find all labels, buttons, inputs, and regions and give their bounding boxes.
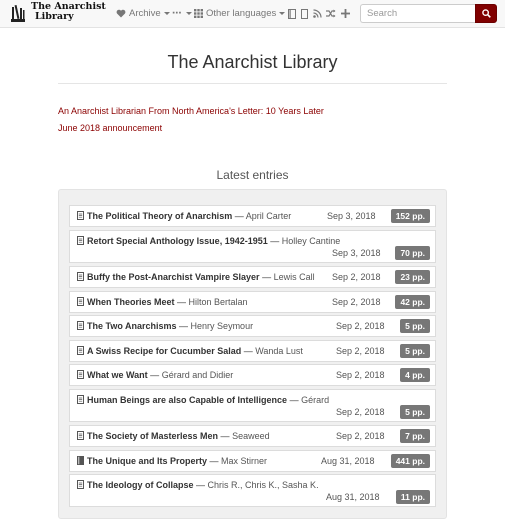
- entry-author: Hilton Bertalan: [188, 297, 248, 307]
- page-count-badge: 4 pp.: [400, 368, 430, 382]
- list-item[interactable]: The Society of Masterless Men — Seaweed …: [69, 425, 436, 447]
- entry-title-link[interactable]: The Unique and Its Property: [87, 456, 207, 466]
- entry-title-link[interactable]: A Swiss Recipe for Cucumber Salad: [87, 346, 241, 356]
- page-count-badge: 70 pp.: [395, 246, 430, 260]
- entry-author: Gérard: [301, 395, 330, 405]
- page-count-badge: 5 pp.: [400, 344, 430, 358]
- file-icon: [77, 431, 84, 440]
- list-item[interactable]: Retort Special Anthology Issue, 1942-195…: [69, 230, 436, 263]
- plus-icon: [341, 9, 350, 18]
- list-item[interactable]: Human Beings are also Capable of Intelli…: [69, 389, 436, 422]
- brand-link[interactable]: The Anarchist Library: [10, 2, 106, 26]
- list-item[interactable]: The Two Anarchisms — Henry Seymour Sep 2…: [69, 315, 436, 337]
- entry-date: Sep 2, 2018: [332, 297, 381, 307]
- page-count-badge: 42 pp.: [395, 295, 430, 309]
- page-count-badge: 152 pp.: [390, 209, 430, 223]
- entry-date: Sep 3, 2018: [332, 248, 381, 258]
- list-item[interactable]: What we Want — Gérard and Didier Sep 2, …: [69, 364, 436, 386]
- add-button[interactable]: [341, 0, 350, 27]
- list-item[interactable]: The Unique and Its Property — Max Stirne…: [69, 450, 436, 472]
- entry-author: April Carter: [245, 211, 292, 221]
- entry-date: Sep 2, 2018: [336, 370, 385, 380]
- announcement-link-letter[interactable]: An Anarchist Librarian From North Americ…: [58, 106, 324, 116]
- search-button[interactable]: [475, 4, 497, 23]
- bookbuilder-button[interactable]: [288, 0, 296, 27]
- list-item[interactable]: The Political Theory of Anarchism — Apri…: [69, 205, 436, 227]
- shuffle-icon: [326, 9, 336, 18]
- announcement-link-june-2018[interactable]: June 2018 announcement: [58, 123, 162, 133]
- book-icon: [77, 456, 84, 465]
- entry-title-link[interactable]: The Two Anarchisms: [87, 321, 177, 331]
- entry-author: Henry Seymour: [190, 321, 254, 331]
- divider: [58, 83, 447, 84]
- entry-author: Max Stirner: [221, 456, 268, 466]
- list-item[interactable]: When Theories Meet — Hilton Bertalan Sep…: [69, 291, 436, 313]
- entry-author: Gérard and Didier: [161, 370, 234, 380]
- rss-icon: [313, 9, 322, 18]
- list-item[interactable]: Buffy the Post-Anarchist Vampire Slayer …: [69, 266, 436, 288]
- book-icon: [288, 8, 296, 19]
- file-icon: [77, 272, 84, 281]
- entry-date: Aug 31, 2018: [321, 456, 375, 466]
- file-icon: [77, 370, 84, 379]
- entry-title-link[interactable]: Retort Special Anthology Issue, 1942-195…: [87, 236, 268, 246]
- library-logo-icon: [11, 4, 25, 22]
- navbar: The Anarchist Library Archive ⋯ Other la…: [0, 0, 505, 28]
- entry-author: Seaweed: [232, 431, 270, 441]
- entry-title-link[interactable]: What we Want: [87, 370, 148, 380]
- page-count-badge: 5 pp.: [400, 319, 430, 333]
- entry-author: Holley Cantine: [281, 236, 341, 246]
- file-icon: [77, 297, 84, 306]
- grid-icon: [194, 9, 203, 18]
- page-count-badge: 7 pp.: [400, 429, 430, 443]
- entry-date: Sep 2, 2018: [332, 272, 381, 282]
- file-icon: [77, 395, 84, 404]
- page-count-badge: 441 pp.: [390, 454, 430, 468]
- entry-author: Lewis Call: [273, 272, 315, 282]
- file-icon: [77, 321, 84, 330]
- page-count-badge: 5 pp.: [400, 405, 430, 419]
- heart-icon: [116, 9, 126, 18]
- languages-menu[interactable]: Other languages: [194, 0, 286, 27]
- file-icon: [77, 346, 84, 355]
- rss-button[interactable]: [313, 0, 322, 27]
- page-count-badge: 11 pp.: [395, 490, 430, 504]
- languages-label: Other languages: [206, 8, 277, 19]
- entry-title-link[interactable]: When Theories Meet: [87, 297, 175, 307]
- entry-title-link[interactable]: Buffy the Post-Anarchist Vampire Slayer: [87, 272, 260, 282]
- file-icon: [301, 8, 308, 19]
- random-button[interactable]: [326, 0, 336, 27]
- entry-date: Sep 2, 2018: [336, 321, 385, 331]
- brand-title-line2: Library: [35, 11, 74, 22]
- entry-author: Wanda Lust: [255, 346, 303, 356]
- archive-menu[interactable]: Archive: [116, 0, 170, 27]
- entry-title-link[interactable]: The Society of Masterless Men: [87, 431, 218, 441]
- search-icon: [481, 9, 491, 18]
- bookmark-button[interactable]: [301, 0, 308, 27]
- entry-date: Sep 2, 2018: [336, 431, 385, 441]
- page-title: The Anarchist Library: [167, 52, 338, 72]
- list-item[interactable]: The Ideology of Collapse — Chris R., Chr…: [69, 474, 436, 507]
- entry-date: Aug 31, 2018: [326, 492, 380, 502]
- archive-label: Archive: [129, 8, 161, 19]
- entry-title-link[interactable]: The Ideology of Collapse: [87, 480, 194, 490]
- file-icon: [77, 211, 84, 220]
- page-count-badge: 23 pp.: [395, 270, 430, 284]
- chevron-down-icon: [185, 12, 192, 15]
- file-icon: [77, 236, 84, 245]
- latest-entries-heading: Latest entries: [216, 168, 289, 182]
- chevron-down-icon: [163, 12, 170, 15]
- more-menu[interactable]: ⋯: [172, 0, 192, 27]
- chevron-down-icon: [279, 12, 286, 15]
- entry-date: Sep 3, 2018: [327, 211, 376, 221]
- entry-title-link[interactable]: Human Beings are also Capable of Intelli…: [87, 395, 287, 405]
- entry-author: Chris R., Chris K., Sasha K.: [207, 480, 319, 490]
- file-icon: [77, 480, 84, 489]
- ellipsis-icon: ⋯: [172, 8, 182, 19]
- search-input[interactable]: [360, 4, 475, 23]
- entry-date: Sep 2, 2018: [336, 346, 385, 356]
- entry-title-link[interactable]: The Political Theory of Anarchism: [87, 211, 232, 221]
- entry-date: Sep 2, 2018: [336, 407, 385, 417]
- list-item[interactable]: A Swiss Recipe for Cucumber Salad — Wand…: [69, 340, 436, 362]
